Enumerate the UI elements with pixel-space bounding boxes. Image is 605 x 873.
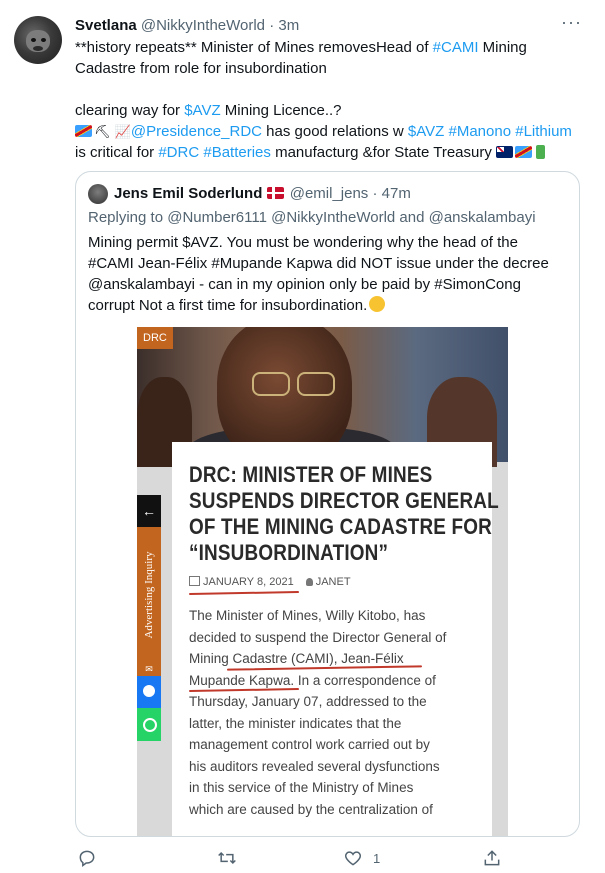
tweet-header: Svetlana @NikkyIntheWorld · 3m [75,17,299,34]
article-image[interactable]: DRC ← Advertising Inquiry ✉ DRC: MINISTE… [137,327,508,836]
tweet-text: **history repeats** Minister of Mines re… [75,37,580,163]
quote-author-avatar [88,184,108,204]
text: has good relations w [262,123,408,140]
chart-up-icon: 📈 [114,124,131,139]
text: clearing way for [75,102,185,119]
author-name[interactable]: Svetlana [75,17,137,34]
text: Mining [478,39,527,56]
whatsapp-bubble [143,718,157,732]
separator-dot: · [372,185,378,202]
flag-cd-icon [515,146,533,158]
text: Mining Licence..? [220,102,342,119]
battery-icon [536,145,546,159]
calendar-icon [189,576,200,586]
article-headline: DRC: MINISTER OF MINES SUSPENDS DIRECTOR… [189,462,499,566]
tweet-time[interactable]: 3m [278,17,299,34]
quote-text: Mining permit $AVZ. You must be wonderin… [88,232,568,316]
pick-icon: ⛏ [94,124,111,139]
retweet-icon[interactable] [216,848,238,868]
thinking-face-icon [369,296,386,312]
quote-line: Mining permit $AVZ. You must be wonderin… [88,234,518,251]
share-icon[interactable] [482,848,502,868]
glasses-lens [252,372,290,396]
body-line: latter, the minister indicates that the [189,715,402,731]
body-line: decided to suspend the Director General … [189,629,447,645]
hashtag-link[interactable]: #DRC [158,144,199,161]
mail-icon: ✉ [137,662,161,676]
article-author: JANET [315,576,351,588]
quote-author-handle: @emil_jens [289,185,369,202]
body-line: Mupande Kapwa. In a correspondence of [189,672,436,688]
article-card: DRC: MINISTER OF MINES SUSPENDS DIRECTOR… [172,442,499,836]
cashtag-link[interactable]: $AVZ [184,102,220,119]
user-icon [305,578,313,586]
flag-dk-icon [266,187,284,199]
heart-icon [344,851,362,866]
text: corrupt Not a first time for insubordina… [88,297,368,314]
quote-line: @anskalambayi - can in my opinion only b… [88,276,521,293]
more-icon[interactable]: ··· [561,13,581,34]
headline-line: SUSPENDS DIRECTOR GENERAL [189,488,499,513]
quote-line: #CAMI Jean-Félix #Mupande Kapwa did NOT … [88,255,549,272]
quote-header: Jens Emil Soderlund @emil_jens · 47m [114,185,411,202]
replying-to: Replying to @Number6111 @NikkyIntheWorld… [88,209,536,226]
article-meta: JANUARY 8, 2021 JANET [189,576,351,588]
back-arrow-icon: ← [137,495,161,527]
text: **history repeats** Minister of Mines re… [75,39,433,56]
tweet-line: Cadastre from role for insubordination [75,60,327,77]
messenger-icon [137,676,161,708]
like-button[interactable]: 1 [343,848,380,868]
hashtag-link[interactable]: #Manono [449,123,512,140]
headline-line: DRC: MINISTER OF MINES [189,462,433,487]
like-count: 1 [373,851,381,866]
headline-line: OF THE MINING CADASTRE FOR [189,514,492,539]
author-avatar[interactable] [14,16,62,64]
red-underline [188,591,300,595]
quote-line: corrupt Not a first time for insubordina… [88,295,568,316]
flag-cd-icon [75,125,92,137]
headline-line: “INSUBORDINATION” [189,540,389,565]
cashtag-link[interactable]: $AVZ [408,123,444,140]
messenger-bubble [143,685,155,697]
quoted-tweet[interactable]: Jens Emil Soderlund @emil_jens · 47m Rep… [75,171,580,837]
advertising-inquiry-label: Advertising Inquiry [143,550,155,639]
text: is critical for [75,144,159,161]
category-tag: DRC [137,327,173,349]
article-body: The Minister of Mines, Willy Kitobo, has… [189,605,489,820]
whatsapp-icon [137,708,161,741]
body-line: which are caused by the centralization o… [189,801,433,817]
tweet-actions: 1 [75,848,580,872]
separator-dot: · [269,17,275,34]
hashtag-link[interactable]: #Lithium [515,123,572,140]
body-line: The Minister of Mines, Willy Kitobo, has [189,608,426,623]
text: manufacturg &for State Treasury [270,144,492,161]
avatar-mouth [33,46,43,51]
tweet-line: is critical for #DRC #Batteries manufact… [75,142,580,163]
quote-author-name: Jens Emil Soderlund [114,185,263,202]
advertising-inquiry-tab: Advertising Inquiry [137,527,161,662]
reply-icon[interactable] [77,848,97,868]
body-line: in this service of the Ministry of Mines [189,780,414,795]
mention-link[interactable]: @Presidence_RDC [131,123,262,140]
quote-time: 47m [381,185,411,202]
glasses-lens [297,372,335,396]
avatar-eye [31,38,36,42]
article-date: JANUARY 8, 2021 [203,576,294,588]
tweet-line: **history repeats** Minister of Mines re… [75,37,580,58]
share-sidebar: ← Advertising Inquiry ✉ [137,495,161,741]
tweet-line: ⛏ 📈@Presidence_RDC has good relations w … [75,121,580,142]
body-line: management control work carried out by [189,737,430,752]
author-handle[interactable]: @NikkyIntheWorld [141,17,265,34]
body-line: his auditors revealed several dysfunctio… [189,758,440,774]
body-line: Thursday, January 07, addressed to the [189,694,427,709]
hashtag-link[interactable]: #Batteries [203,144,271,161]
flag-au-icon [496,146,514,158]
hashtag-link[interactable]: #CAMI [433,39,479,56]
avatar-eye [41,38,46,42]
tweet-line: clearing way for $AVZ Mining Licence..? [75,100,580,121]
